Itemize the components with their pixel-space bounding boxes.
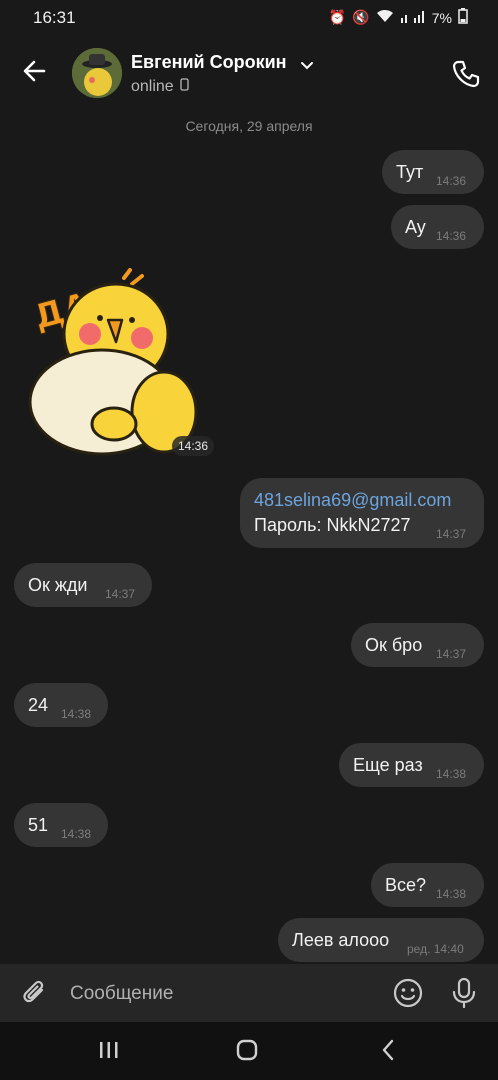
message-input-bar: Сообщение xyxy=(0,964,498,1022)
message-time: 14:38 xyxy=(61,827,92,841)
message-time: 14:38 xyxy=(436,887,467,901)
message-bubble-out[interactable]: Леев алооо ред. 14:40 xyxy=(278,918,484,962)
message-time: 14:36 xyxy=(436,229,467,243)
message-text: 51 xyxy=(28,815,49,835)
message-text: 24 xyxy=(28,695,49,715)
message-text: Ау xyxy=(405,217,426,237)
message-time: ред. 14:40 xyxy=(407,942,464,956)
sticker-time: 14:36 xyxy=(172,436,215,456)
message-bubble-out[interactable]: Еще раз 14:38 xyxy=(339,743,484,787)
signal-icon xyxy=(400,9,426,26)
message-text: Ок жди xyxy=(28,575,88,595)
chevron-down-icon[interactable] xyxy=(300,58,314,76)
message-bubble-out[interactable]: Все? 14:38 xyxy=(371,863,484,907)
home-icon[interactable] xyxy=(236,1039,258,1066)
message-time: 14:38 xyxy=(436,767,467,781)
battery-icon xyxy=(458,8,468,27)
message-time: 14:37 xyxy=(105,587,136,601)
message-text: Еще раз xyxy=(353,755,423,775)
contact-name[interactable]: Евгений Сорокин xyxy=(131,52,287,73)
status-bar: 16:31 ⏰ 🔇 7% xyxy=(0,0,498,36)
message-time: 14:37 xyxy=(436,527,467,541)
paperclip-icon[interactable] xyxy=(20,978,50,1008)
message-time: 14:37 xyxy=(436,647,467,661)
phone-icon[interactable] xyxy=(450,58,482,90)
battery-text: 7% xyxy=(431,9,452,26)
message-bubble-out[interactable]: Ок бро 14:37 xyxy=(351,623,484,667)
message-text: Пароль: NkkN2727 xyxy=(254,515,411,535)
system-nav-bar xyxy=(0,1022,498,1080)
message-input[interactable]: Сообщение xyxy=(70,983,173,1005)
date-separator: Сегодня, 29 апреля xyxy=(185,118,313,134)
message-text: Все? xyxy=(385,875,427,895)
message-bubble-in[interactable]: 24 14:38 xyxy=(14,683,108,727)
chat-header: Евгений Сорокин online xyxy=(0,36,498,112)
microphone-icon[interactable] xyxy=(450,976,478,1010)
alarm-icon: ⏰ xyxy=(328,9,347,25)
recents-icon[interactable] xyxy=(98,1040,120,1065)
message-text: Ок бро xyxy=(365,635,423,655)
message-bubble-out[interactable]: 481selina69@gmail.com Пароль: NkkN2727 1… xyxy=(240,478,484,548)
emoji-icon[interactable] xyxy=(392,977,424,1009)
message-bubble-out[interactable]: Тут 14:36 xyxy=(382,150,484,194)
status-icons: ⏰ 🔇 7% xyxy=(329,8,468,27)
message-text: Тут xyxy=(396,162,424,182)
message-bubble-in[interactable]: 51 14:38 xyxy=(14,803,108,847)
message-text: Леев алооо xyxy=(292,930,390,950)
status-time: 16:31 xyxy=(33,8,76,27)
wifi-icon xyxy=(376,9,394,26)
online-text: online xyxy=(131,78,174,95)
back-arrow-icon[interactable] xyxy=(20,56,50,86)
nav-back-icon[interactable] xyxy=(380,1038,396,1067)
sticker[interactable]: ДА! xyxy=(24,262,204,462)
mute-icon: 🔇 xyxy=(352,9,370,25)
message-bubble-out[interactable]: Ау 14:36 xyxy=(391,205,484,249)
message-time: 14:38 xyxy=(61,707,92,721)
message-bubble-in[interactable]: Ок жди 14:37 xyxy=(14,563,152,607)
message-time: 14:36 xyxy=(436,174,467,188)
mobile-icon xyxy=(180,78,189,96)
avatar[interactable] xyxy=(72,48,122,98)
contact-status: online xyxy=(131,78,189,96)
email-link[interactable]: 481selina69@gmail.com xyxy=(254,490,451,511)
